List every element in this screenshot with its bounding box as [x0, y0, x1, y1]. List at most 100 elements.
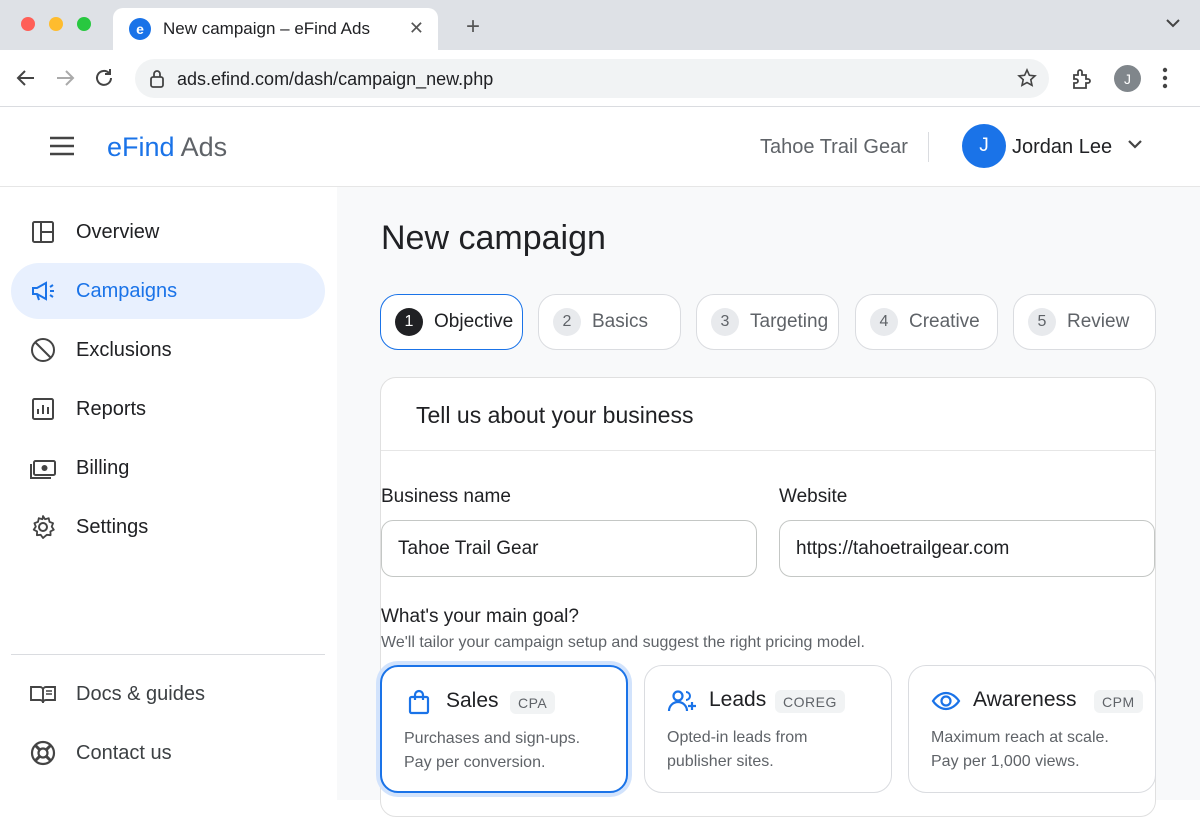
sidebar-item-label: Exclusions	[76, 338, 172, 361]
address-bar[interactable]: ads.efind.com/dash/campaign_new.php	[135, 59, 1049, 98]
goal-description-line: Pay per conversion.	[404, 754, 546, 771]
sidebar-item-label: Reports	[76, 397, 147, 420]
goal-title: Leads	[709, 688, 767, 711]
window-close-button[interactable]	[21, 17, 35, 31]
page-title: New campaign	[381, 219, 606, 257]
chevron-down-icon[interactable]	[1127, 139, 1143, 149]
hamburger-menu-icon[interactable]	[48, 135, 76, 157]
sidebar-item-billing[interactable]: Billing	[11, 440, 325, 496]
tab-search-chevron-icon[interactable]	[1166, 18, 1180, 28]
step-number: 1	[395, 308, 423, 336]
window-minimize-button[interactable]	[49, 17, 63, 31]
gear-icon	[32, 515, 55, 539]
goal-title: Sales	[446, 689, 499, 712]
tab-close-icon[interactable]: ✕	[409, 18, 424, 39]
add-users-icon	[667, 690, 696, 712]
brand-secondary: Ads	[180, 132, 228, 162]
goal-card-awareness[interactable]: Awareness CPM Maximum reach at scale. Pa…	[908, 665, 1156, 793]
main-content: New campaign 1 Objective 2 Basics 3 Targ…	[337, 187, 1200, 817]
goal-card-leads[interactable]: Leads COREG Opted-in leads from publishe…	[644, 665, 892, 793]
browser-menu-icon[interactable]	[1162, 67, 1168, 89]
sidebar-item-reports[interactable]: Reports	[11, 381, 325, 437]
card-header: Tell us about your business	[381, 378, 1155, 451]
step-label: Review	[1067, 311, 1130, 332]
goal-description-line: Pay per 1,000 views.	[931, 753, 1080, 770]
step-objective[interactable]: 1 Objective	[380, 294, 523, 350]
sidebar-item-overview[interactable]: Overview	[11, 204, 325, 260]
brand-primary: eFind	[107, 132, 175, 162]
forward-icon[interactable]	[54, 67, 76, 89]
sidebar-item-label: Contact us	[76, 741, 172, 764]
sidebar-item-label: Billing	[76, 456, 130, 479]
sidebar-item-contact[interactable]: Contact us	[11, 725, 325, 781]
site-info-icon[interactable]	[148, 69, 166, 89]
step-label: Basics	[592, 311, 648, 332]
favicon-icon: e	[129, 18, 151, 40]
step-number: 5	[1028, 308, 1056, 336]
new-tab-icon[interactable]: +	[466, 15, 480, 39]
goal-description: Opted-in leads from publisher sites.	[667, 726, 882, 774]
sidebar-item-exclusions[interactable]: Exclusions	[11, 322, 325, 378]
pricing-badge: CPA	[510, 691, 556, 714]
sidebar-item-label: Docs & guides	[76, 682, 205, 705]
billing-icon	[30, 460, 56, 479]
goal-description-line: publisher sites.	[667, 753, 774, 770]
sidebar-item-label: Campaigns	[76, 279, 178, 302]
megaphone-icon	[32, 281, 54, 301]
eye-icon	[931, 691, 961, 711]
tab-title: New campaign – eFind Ads	[163, 19, 370, 38]
sidebar-item-campaigns[interactable]: Campaigns	[11, 263, 325, 319]
step-creative[interactable]: 4 Creative	[855, 294, 998, 350]
brand-logo[interactable]: eFind Ads	[107, 132, 227, 163]
step-number: 2	[553, 308, 581, 336]
goal-card-sales[interactable]: Sales CPA Purchases and sign-ups. Pay pe…	[380, 665, 628, 793]
goal-description: Purchases and sign-ups. Pay per conversi…	[404, 727, 619, 775]
step-targeting[interactable]: 3 Targeting	[696, 294, 839, 350]
layout-icon	[32, 221, 54, 243]
step-label: Objective	[434, 311, 514, 332]
sidebar-item-docs[interactable]: Docs & guides	[11, 666, 325, 722]
sidebar-item-label: Overview	[76, 220, 160, 243]
goal-question: What's your main goal?	[381, 606, 579, 627]
step-number: 4	[870, 308, 898, 336]
shopping-bag-icon	[408, 689, 430, 715]
block-icon	[31, 338, 55, 362]
website-input[interactable]	[779, 520, 1155, 577]
website-label: Website	[779, 486, 848, 507]
extensions-icon[interactable]	[1070, 67, 1094, 91]
app-header: eFind Ads Tahoe Trail Gear J Jordan Lee	[0, 108, 1200, 187]
reload-icon[interactable]	[93, 67, 115, 89]
goal-help-text: We'll tailor your campaign setup and sug…	[381, 634, 865, 651]
step-label: Creative	[909, 311, 980, 332]
browser-profile-avatar[interactable]: J	[1114, 65, 1141, 92]
goal-description-line: Purchases and sign-ups.	[404, 730, 581, 747]
sidebar-item-label: Settings	[76, 515, 149, 538]
report-icon	[32, 398, 54, 420]
book-icon	[30, 686, 56, 704]
lifebuoy-icon	[30, 740, 56, 766]
back-icon[interactable]	[15, 67, 37, 89]
window-maximize-button[interactable]	[77, 17, 91, 31]
step-review[interactable]: 5 Review	[1013, 294, 1156, 350]
goal-description-line: Opted-in leads from	[667, 729, 808, 746]
sidebar-item-settings[interactable]: Settings	[11, 499, 325, 555]
step-basics[interactable]: 2 Basics	[538, 294, 681, 350]
bookmark-star-icon[interactable]	[1017, 68, 1037, 88]
business-name-label: Business name	[381, 486, 511, 507]
browser-tab[interactable]: e New campaign – eFind Ads ✕	[113, 8, 438, 50]
browser-toolbar: ads.efind.com/dash/campaign_new.php J	[0, 50, 1200, 107]
card-title: Tell us about your business	[416, 402, 694, 428]
pricing-badge: CPM	[1094, 690, 1143, 713]
user-avatar[interactable]: J	[962, 124, 1006, 168]
company-name[interactable]: Tahoe Trail Gear	[760, 136, 908, 159]
user-name[interactable]: Jordan Lee	[1012, 136, 1112, 159]
url-text: ads.efind.com/dash/campaign_new.php	[177, 69, 494, 89]
goal-description: Maximum reach at scale. Pay per 1,000 vi…	[931, 726, 1146, 774]
goal-description-line: Maximum reach at scale.	[931, 729, 1109, 746]
step-label: Targeting	[750, 311, 829, 332]
step-number: 3	[711, 308, 739, 336]
sidebar: Overview Campaigns Exclusions Reports Bi…	[0, 187, 337, 800]
header-divider	[928, 132, 929, 162]
goal-title: Awareness	[973, 688, 1077, 711]
business-name-input[interactable]	[381, 520, 757, 577]
